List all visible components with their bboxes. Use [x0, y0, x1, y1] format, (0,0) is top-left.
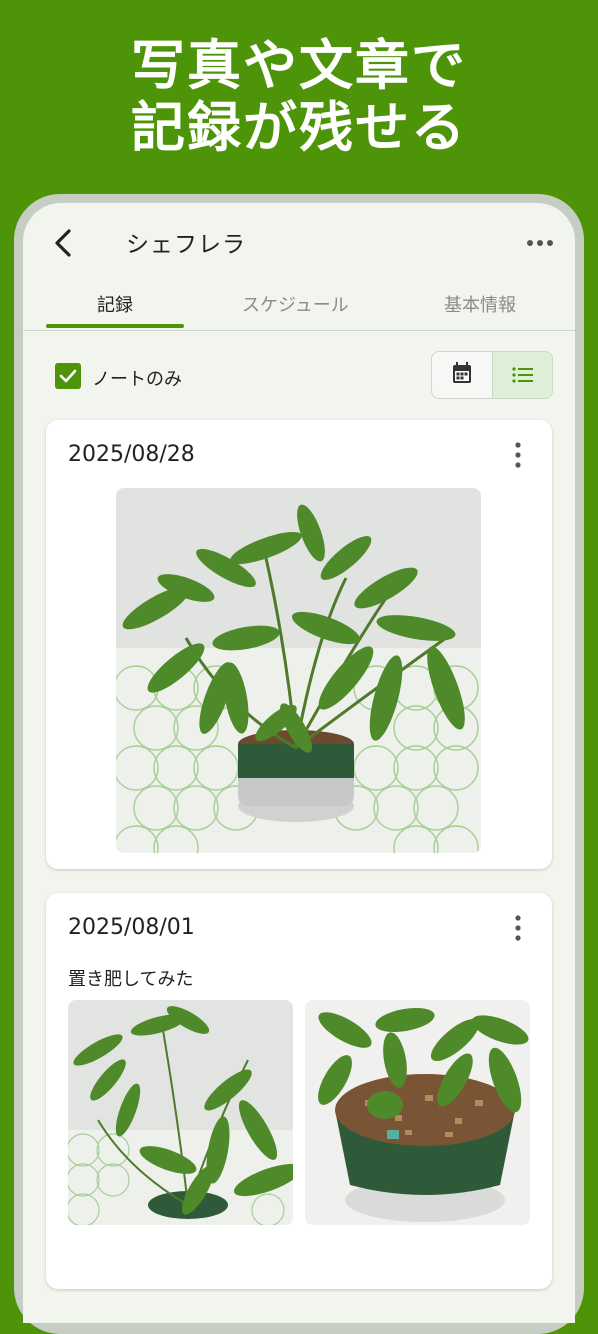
list-view-button[interactable]: [492, 352, 552, 398]
tab-schedule[interactable]: スケジュール: [242, 291, 349, 317]
active-tab-indicator: [46, 324, 184, 328]
hero-headline-line-2: 記録が残せる: [131, 96, 467, 159]
record-note: 置き肥してみた: [68, 969, 194, 990]
hero-headline-line-1: 写真や文章で: [131, 34, 467, 97]
chevron-left-icon[interactable]: [49, 225, 79, 261]
calendar-view-button[interactable]: [432, 352, 492, 398]
tab-basic-info[interactable]: 基本情報: [444, 291, 516, 317]
plant-photo[interactable]: [68, 1000, 293, 1225]
record-card[interactable]: 2025/08/01 置き肥してみた: [46, 893, 552, 1289]
app-screen: シェフレラ 記録 スケジュール 基本情報 ノートのみ 2025/08/28 20…: [23, 203, 575, 1323]
plant-photo[interactable]: [305, 1000, 530, 1225]
list-icon: [512, 367, 533, 383]
plant-photo[interactable]: [116, 488, 481, 853]
more-vertical-icon[interactable]: [508, 440, 528, 470]
tab-records[interactable]: 記録: [97, 291, 133, 317]
checkbox-checked-icon[interactable]: [55, 363, 81, 389]
view-toggle: [431, 351, 553, 399]
app-bar: シェフレラ: [23, 203, 575, 283]
more-horizontal-icon[interactable]: [525, 233, 555, 253]
page-title: シェフレラ: [126, 232, 246, 258]
record-date: 2025/08/28: [68, 442, 195, 467]
more-vertical-icon[interactable]: [508, 913, 528, 943]
calendar-icon: [453, 362, 471, 383]
filter-label: ノートのみ: [92, 369, 182, 390]
record-date: 2025/08/01: [68, 915, 195, 940]
record-card[interactable]: 2025/08/28: [46, 420, 552, 869]
